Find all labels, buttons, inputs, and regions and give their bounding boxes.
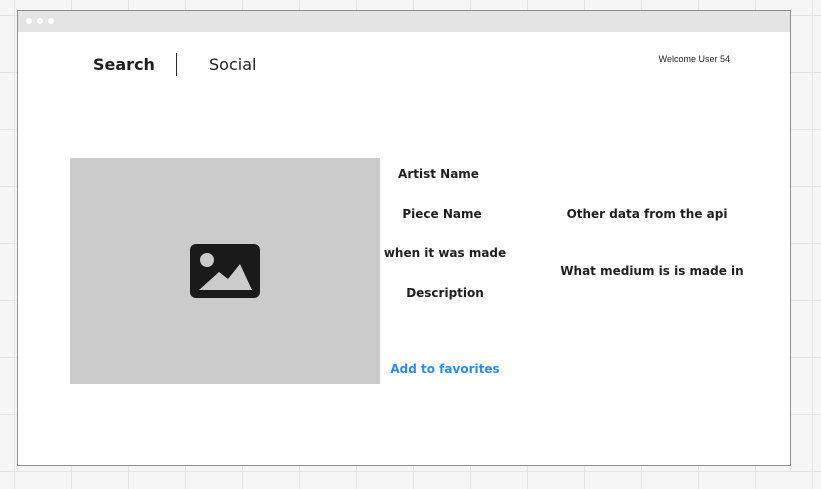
medium-label: What medium is is made in [560, 264, 744, 278]
nav-tab-search[interactable]: Search [93, 55, 155, 74]
window-dot-icon [48, 18, 54, 24]
image-placeholder-icon [190, 244, 260, 298]
window-dot-icon [37, 18, 43, 24]
other-api-data-label: Other data from the api [566, 207, 728, 221]
artist-name-label: Artist Name [398, 167, 479, 181]
date-made-label: when it was made [383, 246, 507, 260]
window-titlebar [18, 11, 790, 32]
piece-name-label: Piece Name [402, 207, 482, 221]
window-dot-icon [26, 18, 32, 24]
nav-divider [176, 53, 177, 76]
artwork-image-placeholder [70, 158, 380, 384]
app-window: Search Social Welcome User 54 Artist Nam… [17, 10, 791, 466]
nav-tab-social[interactable]: Social [209, 55, 256, 74]
welcome-message: Welcome User 54 [658, 54, 730, 64]
description-label: Description [406, 286, 484, 300]
add-to-favorites-link[interactable]: Add to favorites [380, 362, 510, 376]
